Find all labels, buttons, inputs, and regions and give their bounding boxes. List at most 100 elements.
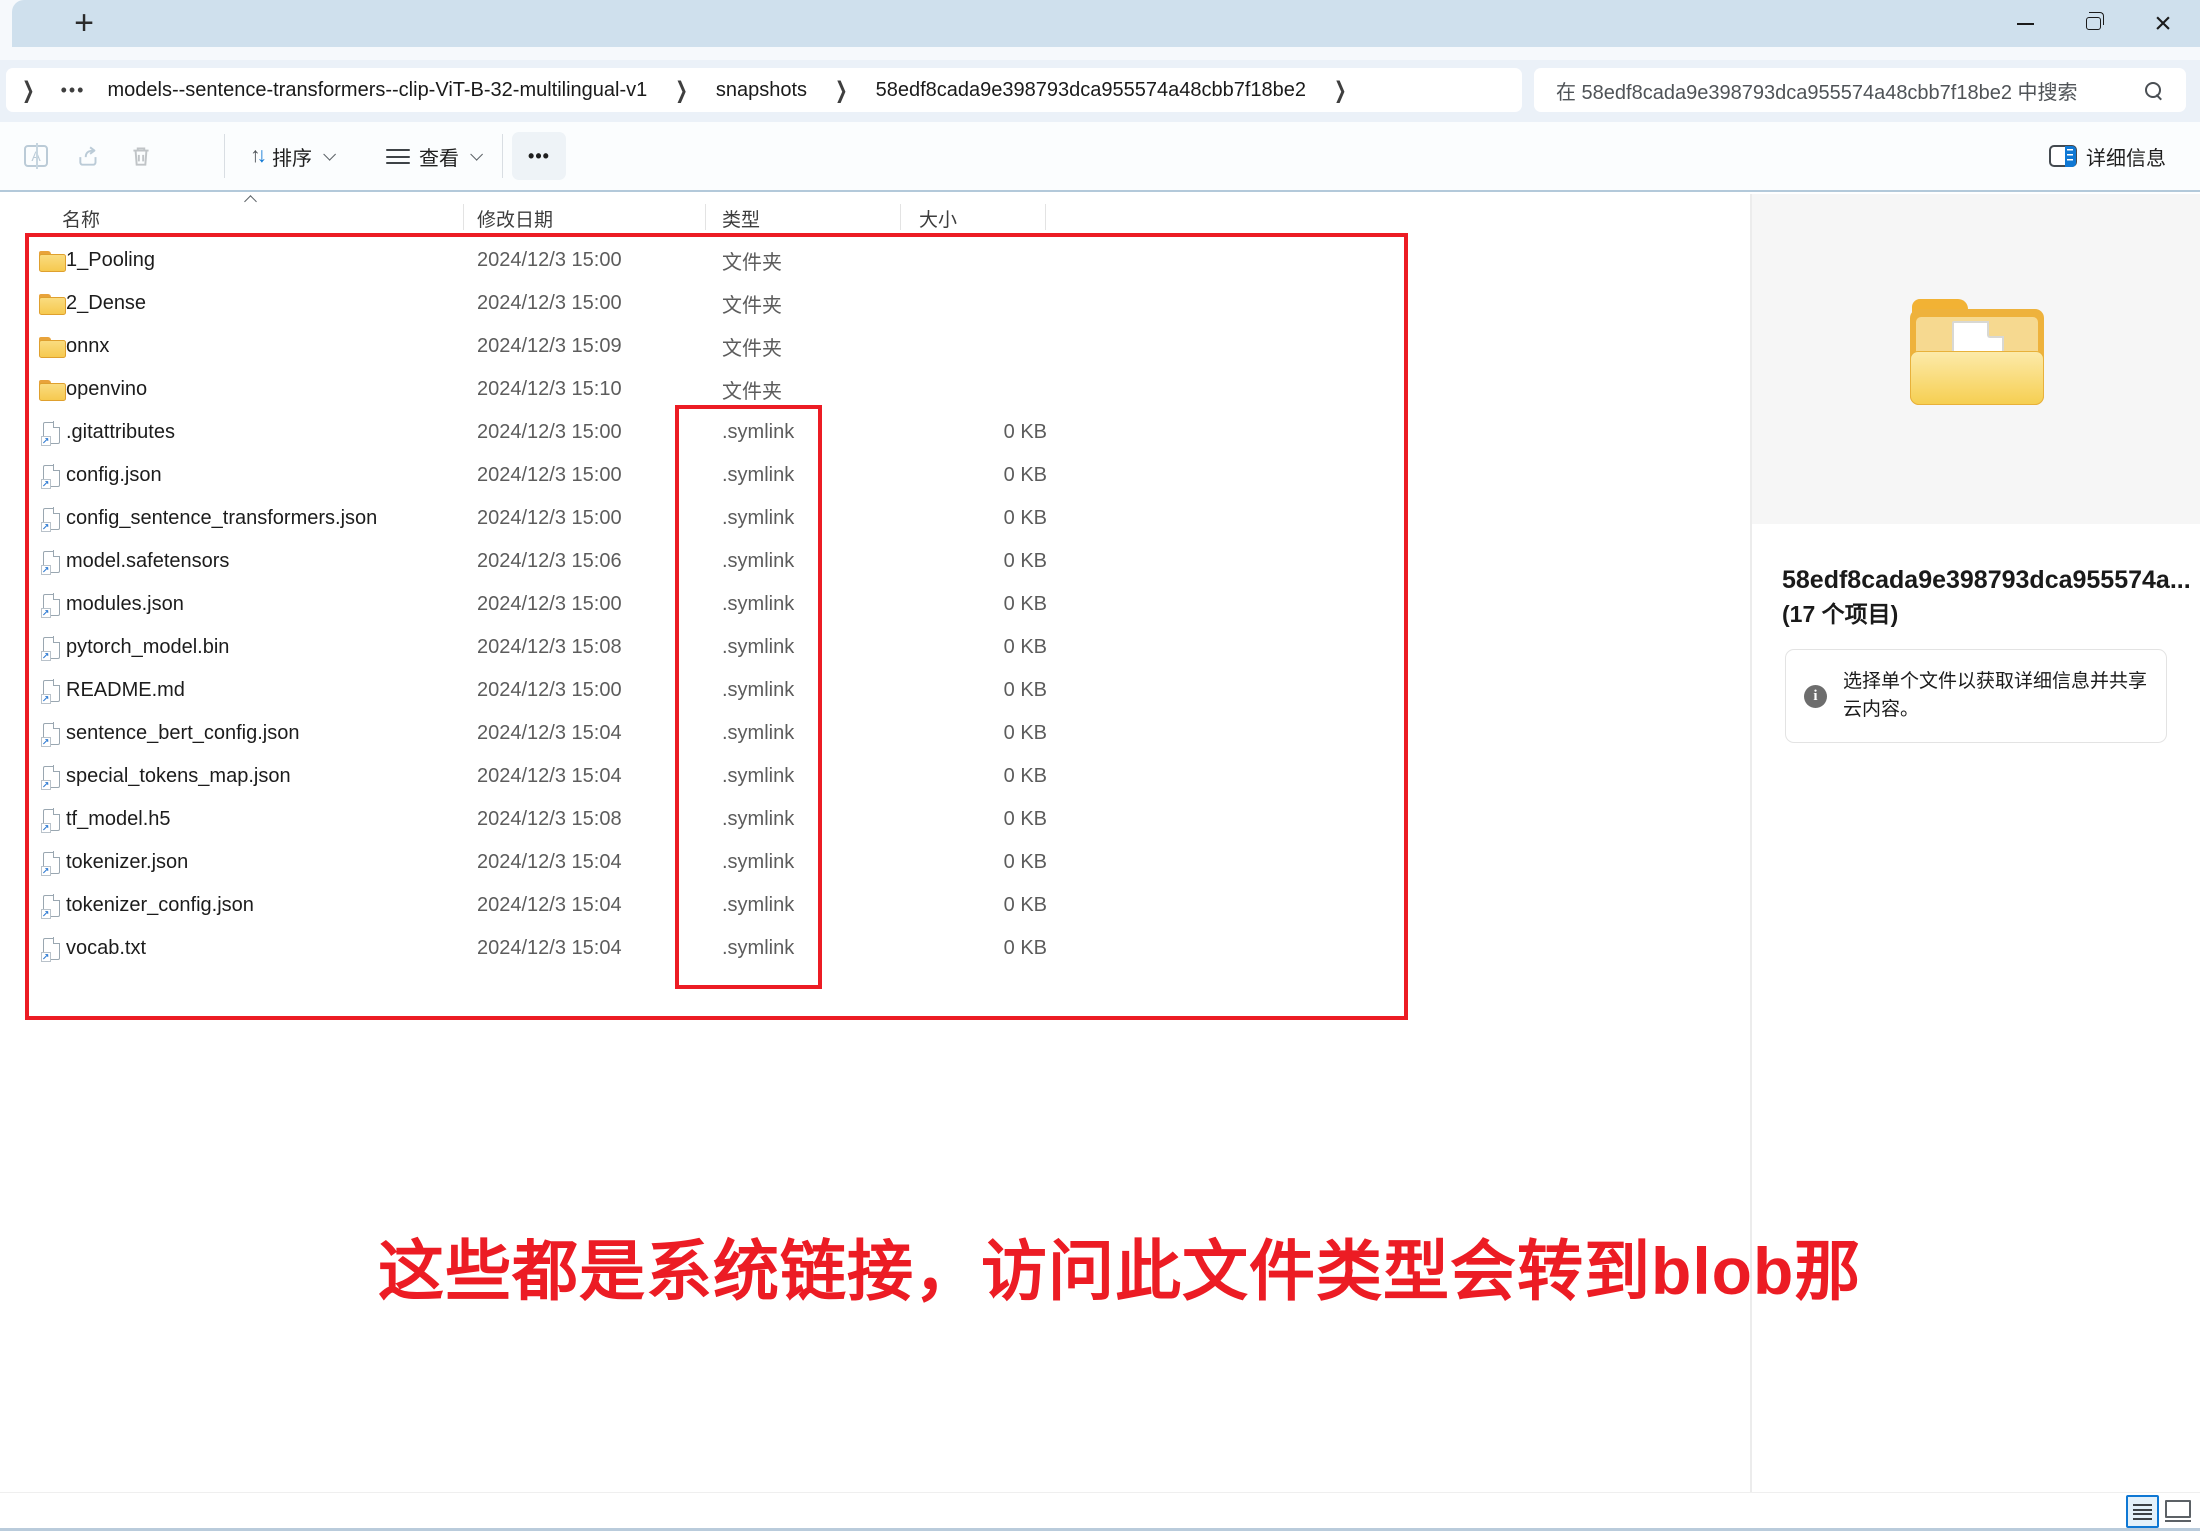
thumbnail-view-icon	[2165, 1500, 2191, 1518]
list-view-icon	[2133, 1504, 2152, 1519]
symlink-file-icon: ↗	[43, 723, 60, 745]
file-row[interactable]: ↗ pytorch_model.bin 2024/12/3 15:08 .sym…	[14, 626, 1740, 669]
file-size	[905, 368, 1047, 411]
breadcrumb-model-folder[interactable]: models--sentence-transformers--clip-ViT-…	[95, 79, 659, 102]
file-row[interactable]: ↗ tf_model.h5 2024/12/3 15:08 .symlink 0…	[14, 798, 1740, 841]
file-size: 0 KB	[905, 798, 1047, 841]
file-date-modified: 2024/12/3 15:08	[477, 626, 622, 669]
file-row[interactable]: openvino 2024/12/3 15:10 文件夹	[14, 368, 1740, 411]
file-row[interactable]: 1_Pooling 2024/12/3 15:00 文件夹	[14, 239, 1740, 282]
share-icon	[76, 143, 102, 169]
file-row[interactable]: ↗ modules.json 2024/12/3 15:00 .symlink …	[14, 583, 1740, 626]
file-date-modified: 2024/12/3 15:04	[477, 841, 622, 884]
preview-area	[1752, 194, 2200, 524]
file-row[interactable]: ↗ README.md 2024/12/3 15:00 .symlink 0 K…	[14, 669, 1740, 712]
file-list-area: 名称 修改日期 类型 大小 1_Pooling 2024/12/3 15:00 …	[0, 194, 1750, 1492]
column-header-type[interactable]: 类型	[722, 202, 760, 234]
symlink-file-icon: ↗	[43, 594, 60, 616]
trash-icon	[128, 143, 154, 169]
file-size: 0 KB	[905, 497, 1047, 540]
column-separator[interactable]	[1045, 204, 1046, 230]
file-size: 0 KB	[905, 884, 1047, 927]
file-name: onnx	[66, 325, 109, 368]
minimize-icon	[2017, 23, 2034, 25]
file-date-modified: 2024/12/3 15:08	[477, 798, 622, 841]
share-button[interactable]	[66, 132, 112, 180]
file-row[interactable]: ↗ tokenizer.json 2024/12/3 15:04 .symlin…	[14, 841, 1740, 884]
file-type: 文件夹	[722, 325, 782, 368]
column-header-date[interactable]: 修改日期	[477, 202, 553, 234]
info-icon: i	[1804, 685, 1827, 708]
view-label: 查看	[419, 142, 459, 171]
file-row[interactable]: ↗ model.safetensors 2024/12/3 15:06 .sym…	[14, 540, 1740, 583]
symlink-file-icon: ↗	[43, 938, 60, 960]
details-pane-toggle[interactable]: 详细信息	[2039, 132, 2176, 180]
column-header-name[interactable]: 名称	[62, 202, 100, 234]
search-placeholder: 在 58edf8cada9e398793dca955574a48cbb7f18b…	[1534, 76, 2145, 105]
file-type: .symlink	[722, 841, 794, 884]
breadcrumb-snapshots[interactable]: snapshots	[704, 79, 819, 102]
breadcrumb-overflow-button[interactable]: •••	[51, 80, 96, 101]
plus-icon: +	[74, 4, 94, 42]
file-name: pytorch_model.bin	[66, 626, 229, 669]
file-name: special_tokens_map.json	[66, 755, 291, 798]
search-icon[interactable]	[2145, 82, 2162, 99]
sort-arrows-icon: ↑↓	[250, 144, 263, 168]
file-row[interactable]: ↗ sentence_bert_config.json 2024/12/3 15…	[14, 712, 1740, 755]
status-bar	[0, 1492, 2200, 1528]
maximize-restore-button[interactable]	[2060, 0, 2126, 47]
delete-button[interactable]	[118, 132, 164, 180]
title-bar: + ×	[0, 0, 2200, 60]
breadcrumb-hash[interactable]: 58edf8cada9e398793dca955574a48cbb7f18be2	[864, 79, 1318, 102]
file-size: 0 KB	[905, 583, 1047, 626]
close-button[interactable]: ×	[2130, 0, 2196, 47]
file-date-modified: 2024/12/3 15:00	[477, 497, 622, 540]
large-icons-view-toggle[interactable]	[2165, 1500, 2191, 1524]
details-view-toggle[interactable]	[2126, 1495, 2159, 1528]
chevron-right-icon: ❯	[659, 77, 704, 104]
file-name: tokenizer.json	[66, 841, 188, 884]
more-options-button[interactable]: •••	[512, 132, 566, 180]
folder-icon	[39, 337, 64, 356]
file-type: .symlink	[722, 626, 794, 669]
file-date-modified: 2024/12/3 15:00	[477, 669, 622, 712]
file-size: 0 KB	[905, 626, 1047, 669]
ellipsis-icon: •••	[528, 146, 550, 167]
file-row[interactable]: 2_Dense 2024/12/3 15:00 文件夹	[14, 282, 1740, 325]
file-row[interactable]: ↗ special_tokens_map.json 2024/12/3 15:0…	[14, 755, 1740, 798]
file-size: 0 KB	[905, 927, 1047, 970]
file-row[interactable]: ↗ tokenizer_config.json 2024/12/3 15:04 …	[14, 884, 1740, 927]
details-pane-label: 详细信息	[2086, 142, 2166, 171]
file-name: .gitattributes	[66, 411, 175, 454]
panel-folder-hash: 58edf8cada9e398793dca955574a...	[1782, 562, 2182, 598]
column-separator[interactable]	[705, 204, 706, 230]
minimize-button[interactable]	[1992, 0, 2058, 47]
file-type: .symlink	[722, 884, 794, 927]
column-header-size[interactable]: 大小	[919, 202, 957, 234]
details-panel: 58edf8cada9e398793dca955574a... (17 个项目)…	[1752, 194, 2200, 1492]
file-row[interactable]: onnx 2024/12/3 15:09 文件夹	[14, 325, 1740, 368]
chevron-right-icon: ❯	[819, 77, 864, 104]
file-row[interactable]: ↗ vocab.txt 2024/12/3 15:04 .symlink 0 K…	[14, 927, 1740, 970]
file-date-modified: 2024/12/3 15:00	[477, 454, 622, 497]
file-date-modified: 2024/12/3 15:00	[477, 239, 622, 282]
column-separator[interactable]	[900, 204, 901, 230]
file-date-modified: 2024/12/3 15:04	[477, 712, 622, 755]
view-button[interactable]: 查看	[376, 132, 489, 180]
rename-button[interactable]: A	[14, 132, 58, 180]
file-row[interactable]: ↗ config.json 2024/12/3 15:00 .symlink 0…	[14, 454, 1740, 497]
chevron-right-icon[interactable]: ❯	[6, 77, 51, 104]
new-tab-button[interactable]: +	[62, 2, 106, 46]
sort-button[interactable]: ↑↓ 排序	[240, 132, 342, 180]
file-size: 0 KB	[905, 841, 1047, 884]
search-box[interactable]: 在 58edf8cada9e398793dca955574a48cbb7f18b…	[1534, 68, 2186, 112]
panel-title: 58edf8cada9e398793dca955574a... (17 个项目)	[1782, 562, 2182, 632]
file-size: 0 KB	[905, 540, 1047, 583]
column-separator[interactable]	[463, 204, 464, 230]
sort-label: 排序	[272, 142, 312, 171]
file-row[interactable]: ↗ .gitattributes 2024/12/3 15:00 .symlin…	[14, 411, 1740, 454]
details-pane-icon	[2049, 145, 2077, 167]
file-date-modified: 2024/12/3 15:04	[477, 884, 622, 927]
address-bar[interactable]: ❯ ••• models--sentence-transformers--cli…	[6, 68, 1522, 112]
file-row[interactable]: ↗ config_sentence_transformers.json 2024…	[14, 497, 1740, 540]
